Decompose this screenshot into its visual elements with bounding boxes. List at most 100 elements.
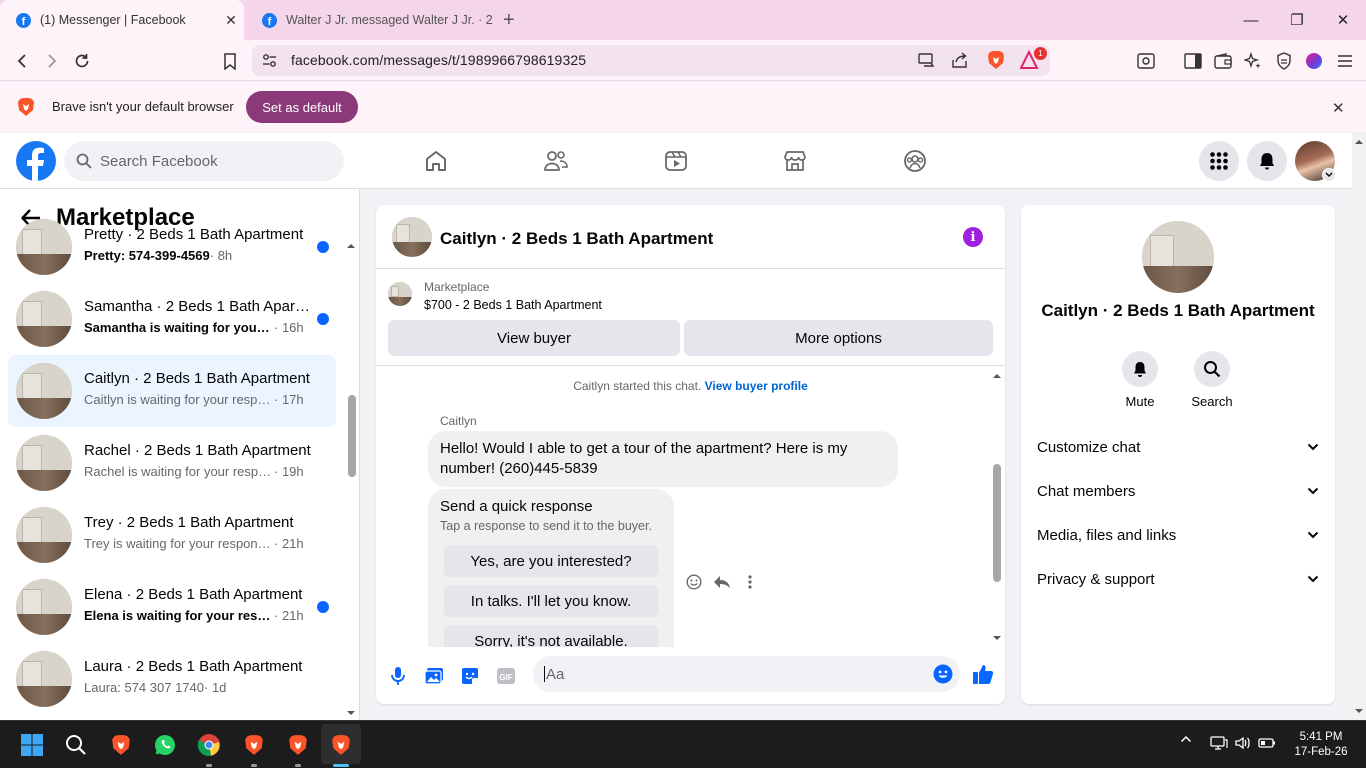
mute-button[interactable]: Mute: [1110, 351, 1170, 409]
taskbar-search-icon[interactable]: [64, 733, 88, 757]
gif-icon[interactable]: GIF: [494, 664, 518, 688]
sticker-icon[interactable]: [458, 664, 482, 688]
marketplace-icon[interactable]: [780, 146, 810, 176]
close-window-icon[interactable]: ✕: [1320, 0, 1366, 40]
bookmark-icon[interactable]: [219, 50, 241, 72]
close-tab-icon[interactable]: ✕: [218, 12, 244, 29]
address-bar[interactable]: facebook.com/messages/t/1989966798619325…: [252, 45, 1050, 76]
conversation-title[interactable]: Caitlyn · 2 Beds 1 Bath Apartment: [440, 229, 713, 249]
customize-chat-section[interactable]: Customize chat: [1037, 427, 1319, 467]
close-infobar-icon[interactable]: ✕: [1332, 99, 1345, 117]
reply-icon[interactable]: [712, 572, 732, 592]
chat-preview-text: Pretty: 574-399-4569: [84, 248, 210, 263]
brave-rewards-icon[interactable]: 1: [1020, 47, 1047, 70]
reload-icon[interactable]: [71, 50, 93, 72]
chat-list-item[interactable]: Samantha · 2 Beds 1 Bath Apartment Samant…: [8, 283, 336, 355]
maximize-icon[interactable]: ❐: [1274, 0, 1320, 40]
new-tab-icon[interactable]: +: [503, 9, 515, 32]
facebook-logo-icon[interactable]: [16, 141, 56, 181]
menu-icon[interactable]: [1334, 50, 1356, 72]
battery-icon[interactable]: [1258, 735, 1276, 751]
set-as-default-button[interactable]: Set as default: [246, 91, 358, 123]
back-icon[interactable]: [12, 50, 34, 72]
marketplace-label: Marketplace: [424, 280, 490, 294]
vpn-shield-icon[interactable]: [1273, 50, 1295, 72]
chat-list-item[interactable]: Elena · 2 Beds 1 Bath Apartment Elena is …: [8, 571, 336, 643]
cast-icon[interactable]: [918, 53, 935, 68]
reader-mode-icon[interactable]: [1135, 50, 1157, 72]
listing-price-title[interactable]: $700 - 2 Beds 1 Bath Apartment: [424, 298, 602, 312]
notifications-button[interactable]: [1247, 141, 1287, 181]
account-avatar[interactable]: [1295, 141, 1336, 182]
listing-thumbnail[interactable]: [392, 217, 432, 257]
whatsapp-icon[interactable]: [153, 733, 177, 757]
quick-response-card: Send a quick response Tap a response to …: [428, 489, 674, 647]
emoji-icon[interactable]: [933, 664, 953, 684]
react-emoji-icon[interactable]: [684, 572, 704, 592]
menu-grid-button[interactable]: [1199, 141, 1239, 181]
info-icon[interactable]: i: [963, 227, 983, 247]
privacy-support-section[interactable]: Privacy & support: [1037, 559, 1319, 599]
network-icon[interactable]: [1210, 735, 1228, 751]
watch-icon[interactable]: [661, 146, 691, 176]
site-settings-icon[interactable]: [262, 53, 277, 68]
message-bubble[interactable]: Hello! Would I able to get a tour of the…: [428, 431, 898, 487]
groups-icon[interactable]: [900, 146, 930, 176]
chat-thumbnail: [16, 219, 72, 275]
search-in-chat-button[interactable]: Search: [1182, 351, 1242, 409]
more-actions-icon[interactable]: [740, 572, 760, 592]
microphone-icon[interactable]: [386, 664, 410, 688]
system-clock[interactable]: 5:41 PM 17-Feb-26: [1288, 730, 1354, 760]
windows-start-icon[interactable]: [20, 733, 44, 757]
quick-response-option[interactable]: In talks. I'll let you know.: [444, 585, 658, 617]
chat-title: Samantha · 2 Beds 1 Bath Apartment: [84, 298, 314, 315]
chat-list-item[interactable]: Rachel · 2 Beds 1 Bath Apartment Rachel i…: [8, 427, 336, 499]
chat-list-item[interactable]: Trey · 2 Beds 1 Bath Apartment Trey is wa…: [8, 499, 336, 571]
chat-time: · 8h: [209, 248, 233, 263]
chat-members-section[interactable]: Chat members: [1037, 471, 1319, 511]
minimize-icon[interactable]: —: [1228, 0, 1274, 40]
profile-icon[interactable]: [1303, 50, 1325, 72]
tray-chevron-up-icon[interactable]: [1180, 735, 1192, 743]
brave-shields-icon[interactable]: [987, 50, 1005, 70]
running-indicator: [295, 764, 301, 767]
page-scrollbar[interactable]: [1352, 133, 1366, 720]
listing-large-thumbnail[interactable]: [1142, 221, 1214, 293]
tab-title: Walter J Jr. messaged Walter J Jr. · 2 E: [286, 13, 496, 27]
chat-list-item[interactable]: Pretty · 2 Beds 1 Bath Apartment Pretty: …: [8, 211, 336, 283]
thread-scrollbar[interactable]: [989, 367, 1005, 647]
quick-response-option[interactable]: Sorry, it's not available.: [444, 625, 658, 647]
scrollbar-thumb[interactable]: [348, 395, 356, 477]
quick-response-option[interactable]: Yes, are you interested?: [444, 545, 658, 577]
view-buyer-profile-link[interactable]: View buyer profile: [705, 379, 808, 393]
brave-window-icon[interactable]: [242, 733, 266, 757]
more-options-button[interactable]: More options: [684, 320, 993, 356]
forward-icon[interactable]: [40, 50, 62, 72]
friends-icon[interactable]: [541, 146, 571, 176]
sidebar-toggle-icon[interactable]: [1182, 50, 1204, 72]
home-icon[interactable]: [421, 146, 451, 176]
photo-icon[interactable]: [422, 664, 446, 688]
chat-list-item[interactable]: Laura · 2 Beds 1 Bath Apartment Laura: 57…: [8, 643, 336, 715]
brave-taskbar-icon[interactable]: [109, 733, 133, 757]
chat-list-item[interactable]: Caitlyn · 2 Beds 1 Bath Apartment Caitlyn…: [8, 355, 336, 427]
thumbs-up-icon[interactable]: [971, 662, 995, 686]
tab-messenger[interactable]: f (1) Messenger | Facebook ✕: [0, 0, 244, 40]
leo-ai-icon[interactable]: [1242, 50, 1264, 72]
brave-window-icon[interactable]: [286, 733, 310, 757]
quick-response-subtitle: Tap a response to send it to the buyer.: [440, 519, 652, 533]
view-buyer-button[interactable]: View buyer: [388, 320, 680, 356]
share-icon[interactable]: [952, 52, 969, 68]
listing-small-thumbnail[interactable]: [388, 282, 412, 306]
tab-notification[interactable]: f Walter J Jr. messaged Walter J Jr. · 2…: [246, 0, 496, 40]
media-files-links-section[interactable]: Media, files and links: [1037, 515, 1319, 555]
scrollbar-thumb[interactable]: [993, 464, 1001, 582]
facebook-search-input[interactable]: Search Facebook: [64, 141, 344, 181]
volume-icon[interactable]: [1234, 735, 1252, 751]
chrome-icon[interactable]: [197, 733, 221, 757]
wallet-icon[interactable]: [1212, 50, 1234, 72]
chevron-down-icon: [1307, 487, 1319, 495]
message-input[interactable]: Aa: [533, 656, 960, 692]
brave-active-window-icon[interactable]: [329, 733, 353, 757]
chat-list-scrollbar[interactable]: [344, 237, 358, 720]
